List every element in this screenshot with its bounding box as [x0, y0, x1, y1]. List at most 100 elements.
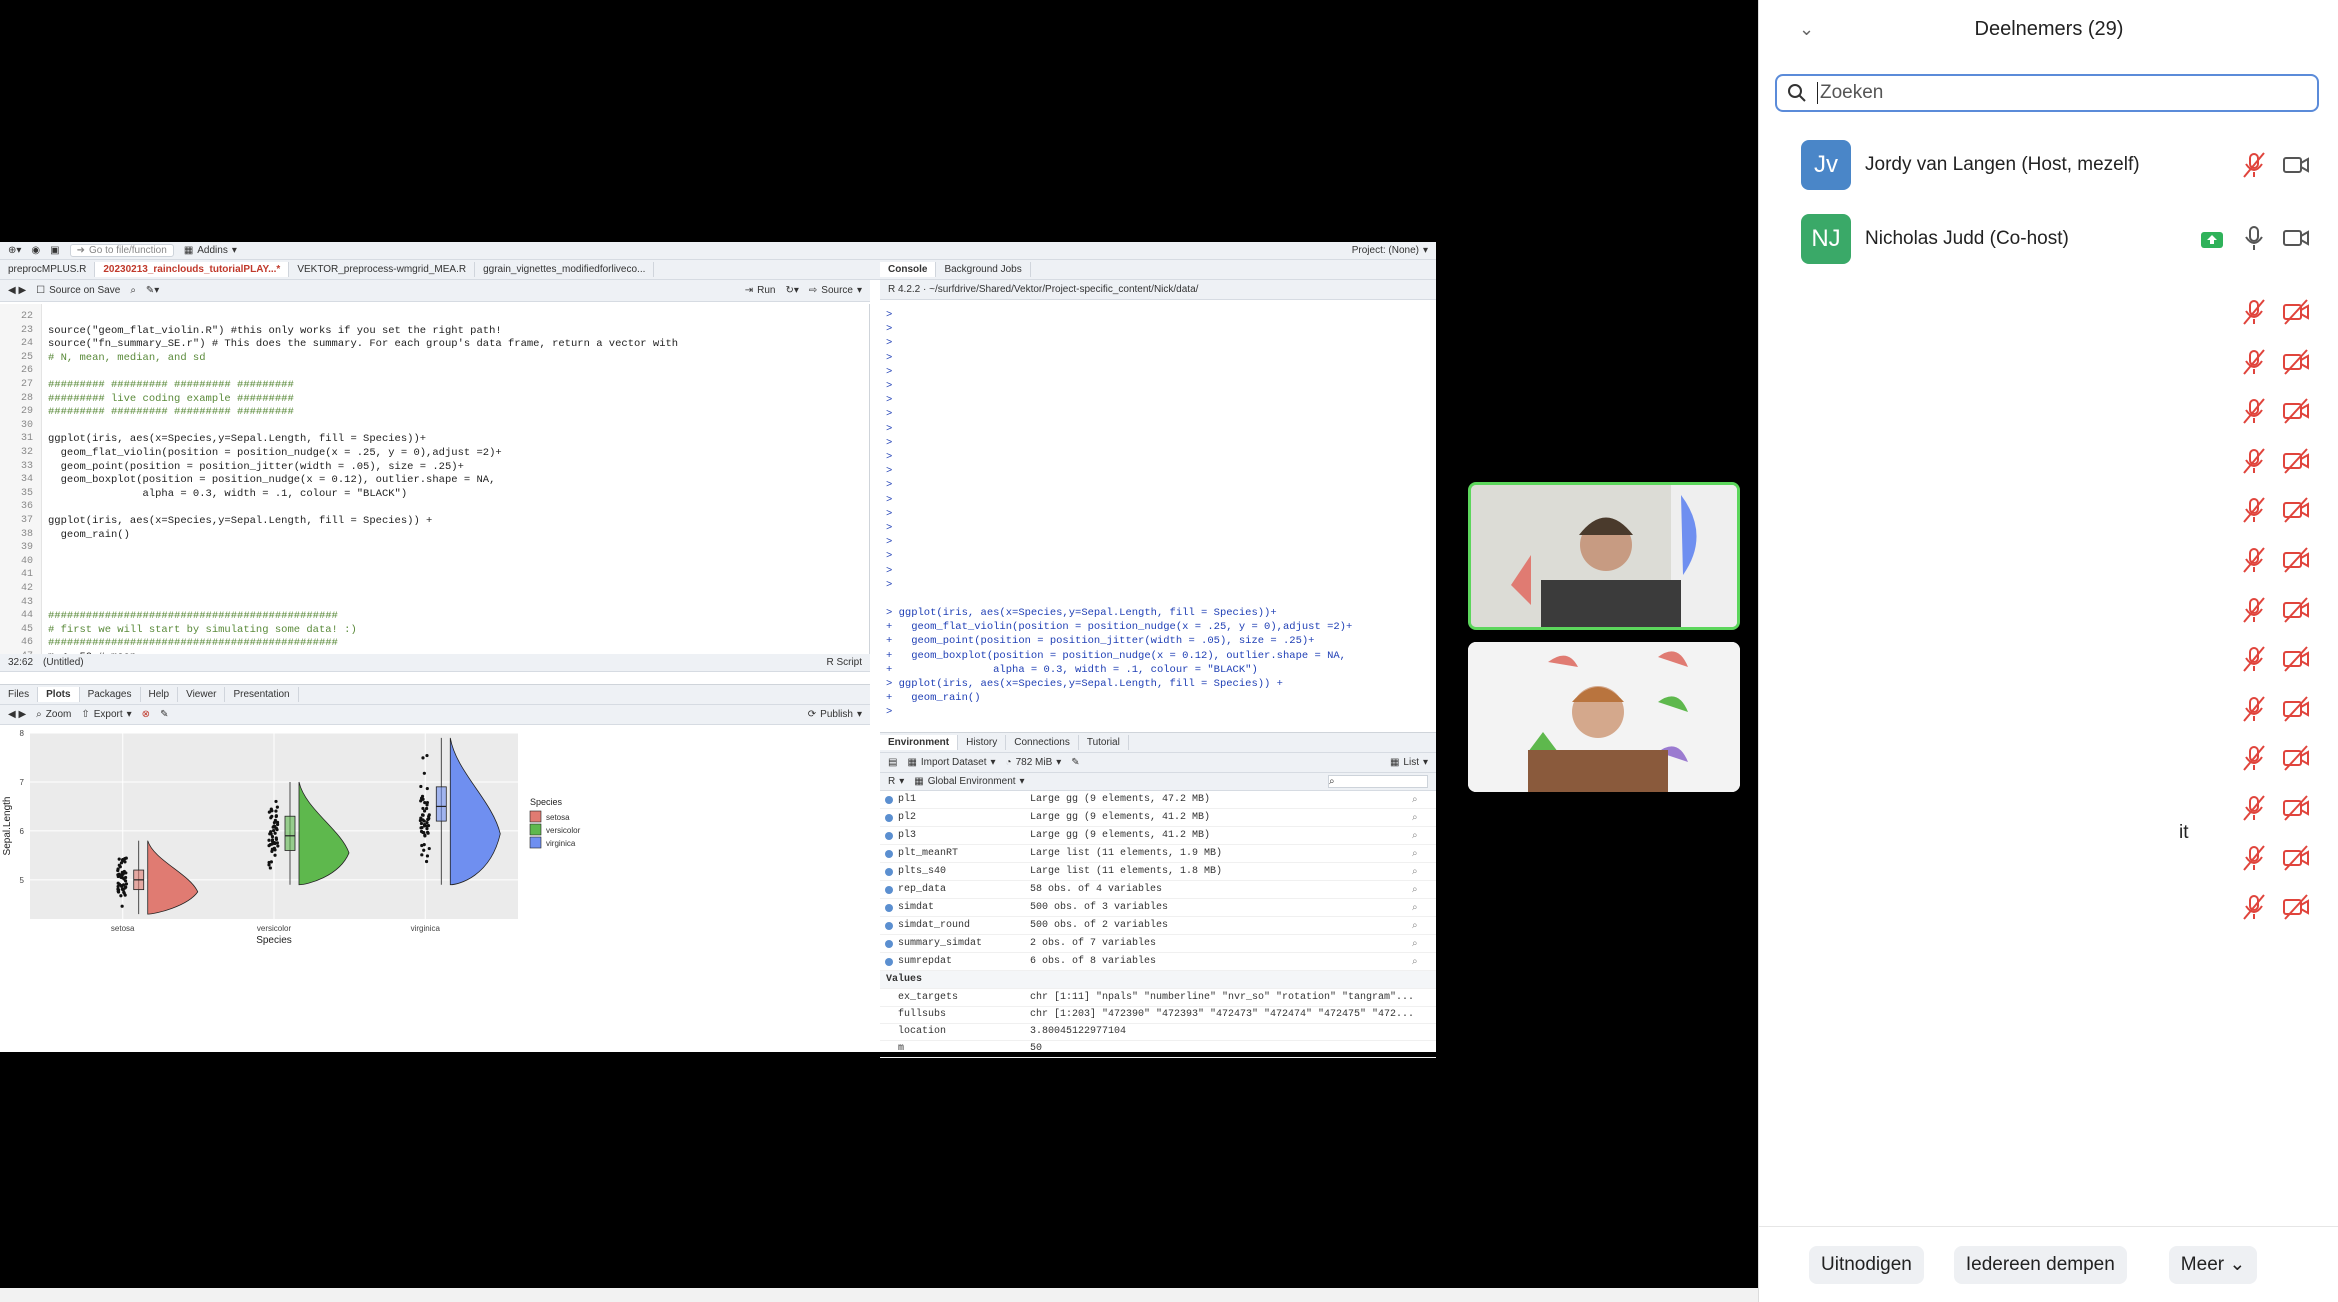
camera-off-icon[interactable]: [2281, 396, 2311, 426]
env-row[interactable]: pl3 Large gg (9 elements, 41.2 MB) ⌕: [880, 827, 1436, 845]
more-button[interactable]: Meer ⌄: [2168, 1245, 2258, 1284]
view-icon[interactable]: ⌕: [1412, 830, 1436, 841]
video-jordy[interactable]: [1468, 482, 1740, 630]
save-icon[interactable]: ▣: [50, 245, 59, 256]
env-row[interactable]: pl1 Large gg (9 elements, 47.2 MB) ⌕: [880, 791, 1436, 809]
mic-muted-icon[interactable]: [2239, 694, 2269, 724]
camera-icon[interactable]: [2281, 150, 2311, 180]
open-project-icon[interactable]: ◉: [31, 245, 40, 256]
tab-background-jobs[interactable]: Background Jobs: [936, 262, 1031, 277]
tab-connections[interactable]: Connections: [1006, 735, 1079, 750]
editor-tab-active[interactable]: 20230213_rainclouds_tutorialPLAY...*: [95, 262, 290, 277]
view-icon[interactable]: ⌕: [1412, 812, 1436, 823]
broom-icon[interactable]: ✎: [160, 709, 168, 720]
mic-muted-icon[interactable]: [2239, 595, 2269, 625]
view-icon[interactable]: ⌕: [1412, 794, 1436, 805]
view-icon[interactable]: ⌕: [1412, 920, 1436, 931]
camera-off-icon[interactable]: [2281, 843, 2311, 873]
back-icon[interactable]: ◀ ▶: [8, 285, 26, 296]
mic-muted-icon[interactable]: [2239, 545, 2269, 575]
view-icon[interactable]: ⌕: [1412, 848, 1436, 859]
new-file-icon[interactable]: ⊕▾: [8, 245, 21, 256]
mic-muted-icon[interactable]: [2239, 396, 2269, 426]
camera-off-icon[interactable]: [2281, 644, 2311, 674]
search-input[interactable]: Zoeken: [1775, 74, 2319, 112]
tab-history[interactable]: History: [958, 735, 1007, 750]
camera-icon[interactable]: [2281, 223, 2311, 253]
camera-off-icon[interactable]: [2281, 694, 2311, 724]
tab-tutorial[interactable]: Tutorial: [1079, 735, 1129, 750]
mic-muted-icon[interactable]: [2239, 495, 2269, 525]
editor-tab[interactable]: preprocMPLUS.R: [0, 262, 96, 277]
camera-off-icon[interactable]: [2281, 446, 2311, 476]
editor-tab[interactable]: VEKTOR_preprocess-wmgrid_MEA.R: [289, 262, 476, 277]
addins-button[interactable]: ▦ Addins ▾: [184, 245, 237, 256]
camera-off-icon[interactable]: [2281, 743, 2311, 773]
scope-menu[interactable]: ▦ Global Environment ▾: [914, 776, 1024, 787]
remove-plot-icon[interactable]: ⊗: [142, 709, 150, 720]
wand-icon[interactable]: ✎▾: [146, 285, 159, 296]
scope-menu[interactable]: (Untitled): [43, 657, 84, 668]
source-button[interactable]: ⇨ Source ▾: [809, 285, 862, 296]
mic-muted-icon[interactable]: [2239, 892, 2269, 922]
camera-off-icon[interactable]: [2281, 892, 2311, 922]
import-dataset-button[interactable]: ▦ Import Dataset ▾: [907, 757, 995, 768]
zoom-button[interactable]: ⌕ Zoom: [36, 709, 71, 720]
mic-muted-icon[interactable]: [2239, 446, 2269, 476]
env-row[interactable]: plt_meanRT Large list (11 elements, 1.9 M…: [880, 845, 1436, 863]
camera-off-icon[interactable]: [2281, 545, 2311, 575]
mic-muted-icon[interactable]: [2239, 644, 2269, 674]
env-row[interactable]: plts_s40 Large list (11 elements, 1.8 MB)…: [880, 863, 1436, 881]
camera-off-icon[interactable]: [2281, 347, 2311, 377]
tab-console[interactable]: Console: [880, 262, 937, 277]
chevron-down-icon[interactable]: ⌄: [1799, 19, 1814, 40]
env-value-row[interactable]: location 3.80045122977104: [880, 1023, 1436, 1041]
export-button[interactable]: ⇧ Export ▾: [81, 709, 131, 720]
mic-muted-icon[interactable]: [2239, 843, 2269, 873]
camera-off-icon[interactable]: [2281, 595, 2311, 625]
run-button[interactable]: ⇥ Run: [745, 285, 776, 296]
mic-muted-icon[interactable]: [2239, 347, 2269, 377]
tab-viewer[interactable]: Viewer: [178, 687, 226, 702]
mic-muted-icon[interactable]: [2239, 297, 2269, 327]
language-menu[interactable]: R ▾: [888, 776, 904, 787]
env-row[interactable]: simdat 500 obs. of 3 variables ⌕: [880, 899, 1436, 917]
env-row[interactable]: sumrepdat 6 obs. of 8 variables ⌕: [880, 953, 1436, 971]
view-icon[interactable]: ⌕: [1412, 938, 1436, 949]
mic-muted-icon[interactable]: [2239, 793, 2269, 823]
env-value-row[interactable]: m 50: [880, 1040, 1436, 1058]
camera-off-icon[interactable]: [2281, 793, 2311, 823]
source-on-save-checkbox[interactable]: ☐ Source on Save: [36, 285, 120, 296]
camera-off-icon[interactable]: [2281, 297, 2311, 327]
tab-plots[interactable]: Plots: [38, 687, 80, 702]
video-nicholas[interactable]: [1468, 642, 1740, 792]
mic-muted-icon[interactable]: [2239, 150, 2269, 180]
go-to-file-input[interactable]: ➜ Go to file/function: [69, 244, 174, 257]
rerun-icon[interactable]: ↻▾: [785, 285, 798, 296]
view-icon[interactable]: ⌕: [1412, 884, 1436, 895]
env-row[interactable]: summary_simdat 2 obs. of 7 variables ⌕: [880, 935, 1436, 953]
tab-environment[interactable]: Environment: [880, 735, 959, 750]
view-icon[interactable]: ⌕: [1412, 956, 1436, 967]
env-row[interactable]: rep_data 58 obs. of 4 variables ⌕: [880, 881, 1436, 899]
tab-presentation[interactable]: Presentation: [225, 687, 299, 702]
code-editor[interactable]: 22 23 24 25 26 27 28 29 30 31 32 33 34 35 36 37 38 39 40 41…: [0, 304, 870, 663]
publish-button[interactable]: ⟳ Publish ▾: [808, 709, 862, 720]
view-icon[interactable]: ⌕: [1412, 902, 1436, 913]
list-view-menu[interactable]: ▦ List ▾: [1390, 757, 1428, 768]
memory-indicator[interactable]: ◔ 782 MiB ▾: [1006, 757, 1062, 768]
camera-off-icon[interactable]: [2281, 495, 2311, 525]
mic-muted-icon[interactable]: [2239, 743, 2269, 773]
env-value-row[interactable]: fullsubs chr [1:203] "472390" "472393" "4…: [880, 1006, 1436, 1024]
invite-button[interactable]: Uitnodigen: [1809, 1245, 1924, 1284]
tab-help[interactable]: Help: [141, 687, 179, 702]
editor-tab[interactable]: ggrain_vignettes_modifiedforliveco...: [475, 262, 655, 277]
env-row[interactable]: simdat_round 500 obs. of 2 variables ⌕: [880, 917, 1436, 935]
search-icon[interactable]: ⌕: [130, 285, 136, 296]
env-search-input[interactable]: ⌕: [1328, 775, 1428, 788]
prev-plot-icon[interactable]: ◀ ▶: [8, 709, 26, 720]
view-icon[interactable]: ⌕: [1412, 866, 1436, 877]
env-row[interactable]: pl2 Large gg (9 elements, 41.2 MB) ⌕: [880, 809, 1436, 827]
tab-packages[interactable]: Packages: [80, 687, 141, 702]
file-type-menu[interactable]: R Script: [826, 657, 862, 668]
